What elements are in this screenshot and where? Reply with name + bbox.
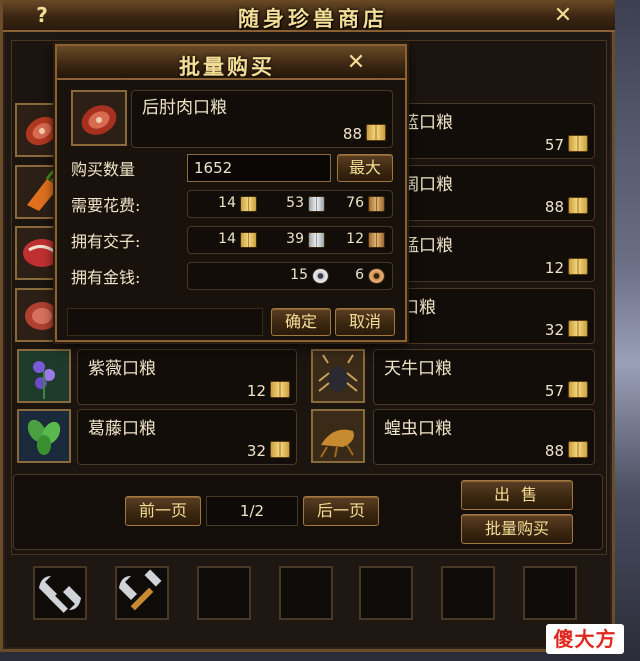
- item-name: 紫薇口粮: [88, 359, 156, 379]
- item-price: 32: [246, 442, 266, 460]
- cost-box: 14 53 76: [187, 190, 393, 218]
- gold-ingot-icon: [568, 320, 588, 337]
- bronze-ingot-icon: [368, 196, 385, 212]
- item-price: 12: [544, 259, 564, 277]
- item-price: 57: [544, 136, 564, 154]
- watermark-logo: 傻大方: [546, 624, 624, 654]
- list-item[interactable]: 口粮 32: [399, 288, 595, 344]
- money-bronze: 6: [355, 267, 364, 283]
- item-price: 88: [342, 125, 362, 143]
- gold-ingot-icon: [270, 381, 290, 398]
- empty-slot[interactable]: [279, 566, 333, 620]
- window-title: 随身珍兽商店: [238, 6, 388, 31]
- jiaozi-silver: 39: [286, 231, 304, 247]
- sell-button[interactable]: 出 售: [461, 480, 573, 510]
- item-name: 猛口粮: [402, 236, 453, 256]
- empty-slot[interactable]: [441, 566, 495, 620]
- cancel-button[interactable]: 取消: [335, 308, 395, 336]
- list-item[interactable]: 猛口粮 12: [399, 226, 595, 282]
- item-price: 32: [544, 321, 564, 339]
- item-name: 蓝口粮: [402, 113, 453, 133]
- item-name: 口粮: [402, 298, 436, 318]
- gold-ingot-icon: [366, 124, 386, 141]
- next-page-button[interactable]: 后一页: [303, 496, 379, 526]
- gold-ingot-icon: [240, 196, 257, 212]
- item-name: 葛藤口粮: [88, 419, 156, 439]
- empty-slot[interactable]: [523, 566, 577, 620]
- title-bar[interactable]: ? 随身珍兽商店 ✕: [3, 0, 615, 32]
- dialog-footer-bar: [67, 308, 263, 336]
- cost-gold: 14: [218, 195, 236, 211]
- dialog-close-button[interactable]: ✕: [343, 50, 369, 76]
- copper-coin-icon: [368, 268, 385, 284]
- dialog-title-bar[interactable]: 批量购买 ✕: [57, 46, 405, 80]
- money-box: 15 6: [187, 262, 393, 290]
- item-name: 后肘肉口粮: [142, 98, 227, 118]
- empty-slot[interactable]: [359, 566, 413, 620]
- page-indicator: 1/2: [206, 496, 298, 526]
- cost-silver: 53: [286, 195, 304, 211]
- beetle-icon[interactable]: [311, 349, 365, 403]
- jiaozi-gold: 14: [218, 231, 236, 247]
- money-silver: 15: [290, 267, 308, 283]
- item-price: 12: [246, 382, 266, 400]
- help-button[interactable]: ?: [29, 2, 55, 28]
- jiaozi-bronze: 12: [346, 231, 364, 247]
- wrench-icon[interactable]: [33, 566, 87, 620]
- list-item[interactable]: 葛藤口粮 32: [77, 409, 297, 465]
- list-item[interactable]: 天牛口粮 57: [373, 349, 595, 405]
- cost-label: 需要花费:: [71, 196, 141, 215]
- bulk-buy-button[interactable]: 批量购买: [461, 514, 573, 544]
- item-name: 天牛口粮: [384, 359, 452, 379]
- purple-flower-icon[interactable]: [17, 349, 71, 403]
- silver-ingot-icon: [308, 196, 325, 212]
- list-item[interactable]: 蓝口粮 57: [399, 103, 595, 159]
- item-price: 88: [544, 198, 564, 216]
- gold-ingot-icon: [568, 197, 588, 214]
- silver-ingot-icon: [308, 232, 325, 248]
- empty-slot[interactable]: [197, 566, 251, 620]
- list-item[interactable]: 蝗虫口粮 88: [373, 409, 595, 465]
- list-item[interactable]: 紫薇口粮 12: [77, 349, 297, 405]
- gold-ingot-icon: [240, 232, 257, 248]
- gold-ingot-icon: [568, 135, 588, 152]
- gold-ingot-icon: [568, 258, 588, 275]
- prev-page-button[interactable]: 前一页: [125, 496, 201, 526]
- item-price: 88: [544, 442, 564, 460]
- money-label: 拥有金钱:: [71, 268, 141, 287]
- tools-icon[interactable]: [115, 566, 169, 620]
- jiaozi-box: 14 39 12: [187, 226, 393, 254]
- gold-ingot-icon: [568, 381, 588, 398]
- silver-coin-icon: [312, 268, 329, 284]
- item-name: 蝗虫口粮: [384, 419, 452, 439]
- gold-ingot-icon: [270, 441, 290, 458]
- meat-icon: [71, 90, 127, 146]
- qty-label: 购买数量: [71, 160, 136, 179]
- quantity-input[interactable]: 1652: [187, 154, 331, 182]
- jiaozi-label: 拥有交子:: [71, 232, 141, 251]
- item-name: 阔口粮: [402, 175, 453, 195]
- max-button[interactable]: 最大: [337, 154, 393, 182]
- locust-icon[interactable]: [311, 409, 365, 463]
- bronze-ingot-icon: [368, 232, 385, 248]
- gold-ingot-icon: [568, 441, 588, 458]
- confirm-button[interactable]: 确定: [271, 308, 331, 336]
- close-button[interactable]: ✕: [550, 3, 576, 29]
- cost-bronze: 76: [346, 195, 364, 211]
- selected-item-box: 后肘肉口粮 88: [131, 90, 393, 148]
- list-item[interactable]: 阔口粮 88: [399, 165, 595, 221]
- leaf-icon[interactable]: [17, 409, 71, 463]
- item-price: 57: [544, 382, 564, 400]
- bulk-buy-dialog: 批量购买 ✕ 后肘肉口粮 88 购买数量 1652 最大 需要花费: 14 53…: [55, 44, 407, 342]
- dialog-title: 批量购买: [179, 54, 275, 79]
